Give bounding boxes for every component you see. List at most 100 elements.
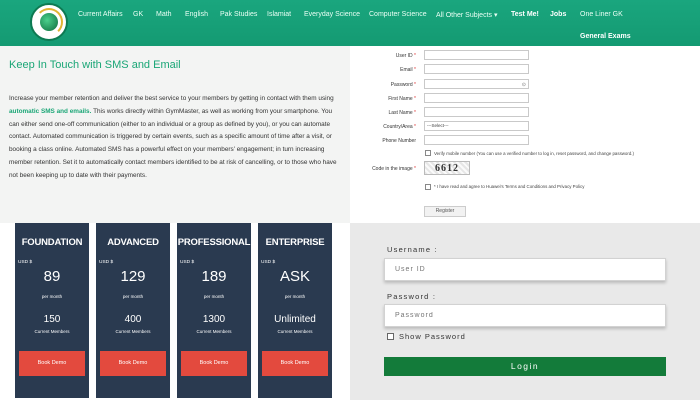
password-label: Password : <box>387 292 437 301</box>
plan-name: FOUNDATION <box>21 237 83 248</box>
nav-everyday-science[interactable]: Everyday Science <box>304 11 360 18</box>
register-lastname-input[interactable] <box>424 107 529 117</box>
password-label-text: Password <box>390 82 413 88</box>
firstname-label-text: First Name <box>388 96 413 102</box>
register-button[interactable]: Register <box>424 206 466 217</box>
plan-name: ENTERPRISE <box>265 237 325 248</box>
plan-period: per month <box>284 294 306 299</box>
plan-card-foundation: FOUNDATION USD $ 89 per month 150 Curren… <box>15 223 89 398</box>
country-label: Country/Area * <box>350 124 416 130</box>
plan-price: 189 <box>201 268 227 285</box>
required-mark: * <box>414 82 416 88</box>
nav-jobs[interactable]: Jobs <box>550 11 566 18</box>
userid-label-text: User ID <box>395 53 413 59</box>
nav-computer-science[interactable]: Computer Science <box>369 11 427 18</box>
plan-members: Unlimited <box>274 314 316 325</box>
nav-test-me[interactable]: Test Me! <box>511 11 539 18</box>
register-email-input[interactable] <box>424 64 529 74</box>
phone-label: Phone Number <box>382 138 416 144</box>
book-demo-button[interactable]: Book Demo <box>181 351 247 376</box>
plan-currency: USD $ <box>99 260 114 265</box>
nav-gk[interactable]: GK <box>133 11 143 18</box>
plan-card-enterprise: ENTERPRISE USD $ ASK per month Unlimited… <box>258 223 332 398</box>
plan-period: per month <box>41 294 63 299</box>
plan-card-professional: PROFESSIONAL USD $ 189 per month 1300 Cu… <box>177 223 251 398</box>
password-label: Password * <box>350 82 416 88</box>
required-mark: * <box>414 124 416 130</box>
book-demo-button[interactable]: Book Demo <box>19 351 85 376</box>
plan-price: 129 <box>120 268 146 285</box>
login-form: Username : Password : Show Password Logi… <box>350 223 700 400</box>
userid-label: User ID * <box>350 53 416 59</box>
register-country-select[interactable]: ---Select--- <box>424 121 529 131</box>
verify-mobile-checkbox[interactable] <box>425 150 431 156</box>
plan-members: 1300 <box>202 314 226 325</box>
sms-body-pre: Increase your member retention and deliv… <box>9 95 334 102</box>
sms-title: Keep In Touch with SMS and Email <box>9 59 181 71</box>
captcha-label-text: Code in the image <box>372 166 413 172</box>
required-mark: * <box>434 184 436 189</box>
captcha-label: Code in the image * <box>350 166 416 172</box>
book-demo-button[interactable]: Book Demo <box>262 351 328 376</box>
show-password-checkbox[interactable] <box>387 333 394 340</box>
terms-note: * I have read and agree to Huawei's Term… <box>434 184 584 189</box>
plan-members-label: Current Members <box>115 329 151 334</box>
register-firstname-input[interactable] <box>424 93 529 103</box>
eye-icon[interactable]: ⊙ <box>522 81 526 89</box>
register-userid-input[interactable] <box>424 50 529 60</box>
required-mark: * <box>414 53 416 59</box>
email-label: Email * <box>350 67 416 73</box>
nav-english[interactable]: English <box>185 11 208 18</box>
plan-period: per month <box>203 294 225 299</box>
chevron-down-icon: ▾ <box>493 12 498 19</box>
nav-pak-studies[interactable]: Pak Studies <box>220 11 257 18</box>
plan-card-advanced: ADVANCED USD $ 129 per month 400 Current… <box>96 223 170 398</box>
required-mark: * <box>414 166 416 172</box>
plan-members-label: Current Members <box>34 329 70 334</box>
username-input[interactable] <box>384 258 666 281</box>
required-mark: * <box>414 96 416 102</box>
register-phone-input[interactable] <box>424 135 529 145</box>
nav-math[interactable]: Math <box>156 11 172 18</box>
terms-text: I have read and agree to Huawei's Terms … <box>436 184 585 189</box>
plan-price: 89 <box>43 268 61 285</box>
site-logo[interactable] <box>30 3 68 41</box>
plan-members: 150 <box>43 314 61 325</box>
lastname-label: Last Name * <box>350 110 416 116</box>
plan-currency: USD $ <box>180 260 195 265</box>
password-input[interactable] <box>384 304 666 327</box>
register-password-input[interactable]: ⊙ <box>424 79 529 89</box>
firstname-label: First Name * <box>350 96 416 102</box>
sms-description: Increase your member retention and deliv… <box>9 93 341 183</box>
nav-one-liner-gk[interactable]: One Liner GK <box>580 11 623 18</box>
sms-info-panel: Keep In Touch with SMS and Email Increas… <box>0 46 350 223</box>
username-label: Username : <box>387 245 438 254</box>
book-demo-button[interactable]: Book Demo <box>100 351 166 376</box>
plan-price: ASK <box>279 268 310 285</box>
register-form: User ID * Email * Password * ⊙ First Nam… <box>350 46 700 223</box>
required-mark: * <box>414 110 416 116</box>
country-label-text: Country/Area <box>383 124 413 130</box>
plan-name: ADVANCED <box>107 237 159 248</box>
email-label-text: Email <box>400 67 413 73</box>
plan-currency: USD $ <box>261 260 276 265</box>
nav-general-exams[interactable]: General Exams <box>580 33 631 40</box>
globe-icon <box>40 13 58 31</box>
plan-currency: USD $ <box>18 260 33 265</box>
terms-checkbox[interactable] <box>425 184 431 190</box>
verify-mobile-note: Verify mobile number (You can use a veri… <box>434 151 634 156</box>
required-mark: * <box>414 67 416 73</box>
sms-body-highlight: automatic SMS and emails. <box>9 107 92 115</box>
sms-body-post: This works directly within GymMaster, as… <box>9 107 337 179</box>
nav-all-other-subjects-label: All Other Subjects <box>436 12 493 19</box>
show-password-label: Show Password <box>399 332 466 341</box>
plan-name: PROFESSIONAL <box>177 237 251 248</box>
nav-islamiat[interactable]: Islamiat <box>267 11 291 18</box>
lastname-label-text: Last Name <box>388 110 413 116</box>
plan-members: 400 <box>124 314 142 325</box>
nav-all-other-subjects[interactable]: All Other Subjects ▾ <box>436 11 498 19</box>
nav-current-affairs[interactable]: Current Affairs <box>78 11 123 18</box>
pricing-panel: FOUNDATION USD $ 89 per month 150 Curren… <box>0 223 350 400</box>
login-button[interactable]: Login <box>384 357 666 376</box>
plan-members-label: Current Members <box>196 329 232 334</box>
